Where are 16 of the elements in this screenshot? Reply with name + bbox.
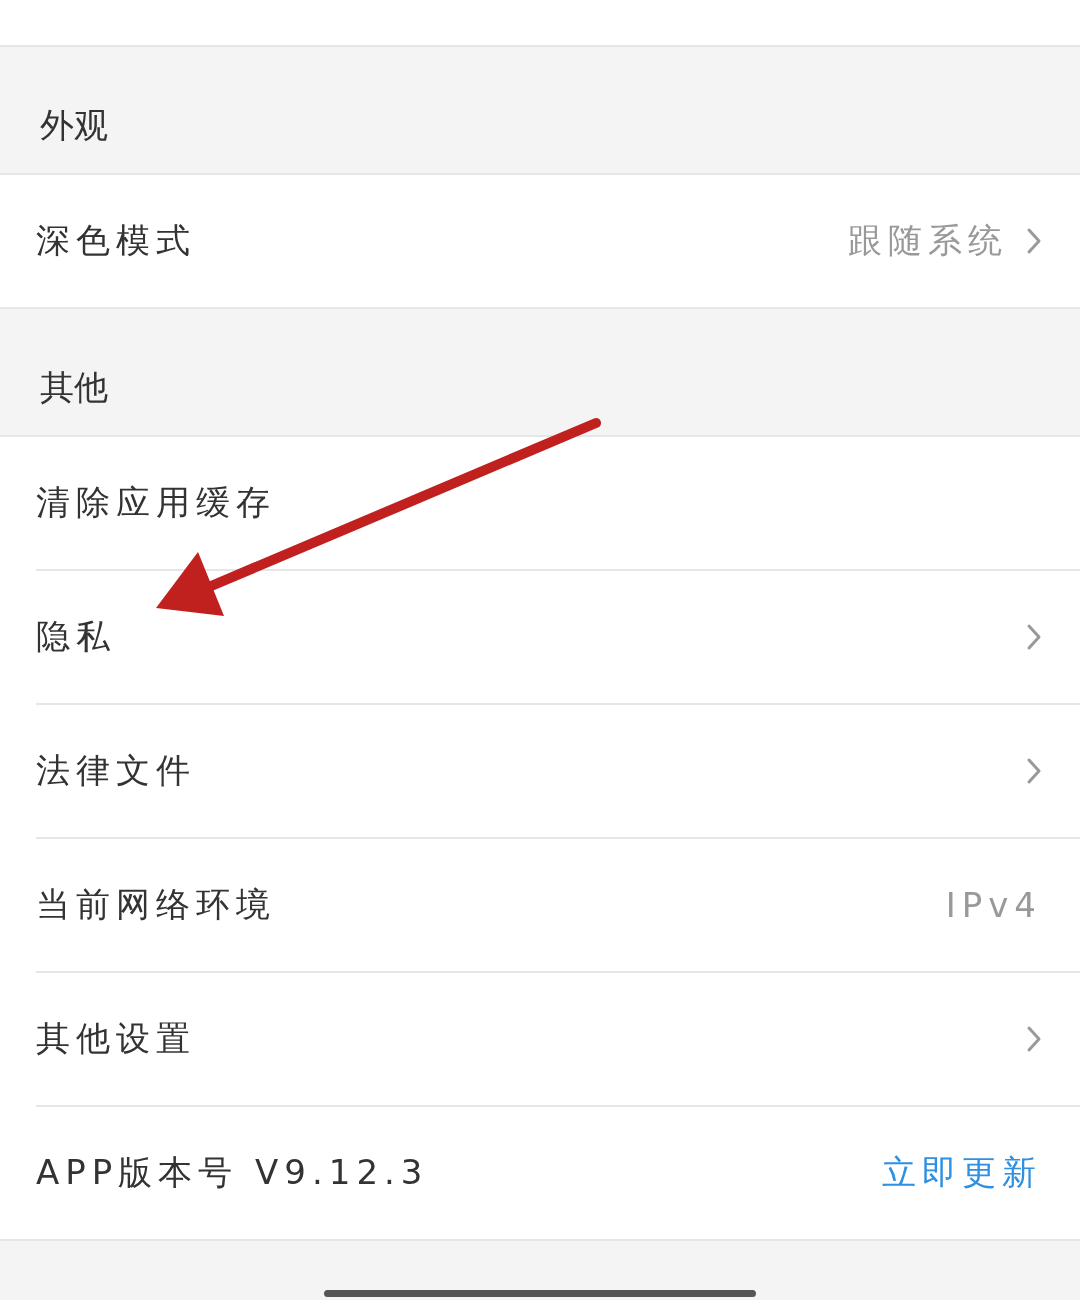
row-label: 当前网络环境 xyxy=(36,883,276,926)
row-label: APP版本号 V9.12.3 xyxy=(36,1151,429,1194)
settings-row[interactable]: 当前网络环境 IPv4 xyxy=(36,839,1080,973)
row-label: 其他设置 xyxy=(36,1017,196,1060)
settings-row[interactable]: 法律文件 xyxy=(36,705,1080,839)
row-label: 深色模式 xyxy=(36,219,196,262)
settings-row[interactable]: APP版本号 V9.12.3 立即更新 xyxy=(36,1107,1080,1239)
row-label: 清除应用缓存 xyxy=(36,481,276,524)
row-label: 隐私 xyxy=(36,615,116,658)
section-title: 其他 xyxy=(40,366,108,409)
row-value: IPv4 xyxy=(945,885,1042,925)
row-label: 法律文件 xyxy=(36,749,196,792)
section-title: 外观 xyxy=(40,104,108,147)
row-value: 跟随系统 xyxy=(848,219,1008,262)
settings-row[interactable]: 其他设置 xyxy=(36,973,1080,1107)
home-indicator[interactable] xyxy=(324,1290,756,1297)
